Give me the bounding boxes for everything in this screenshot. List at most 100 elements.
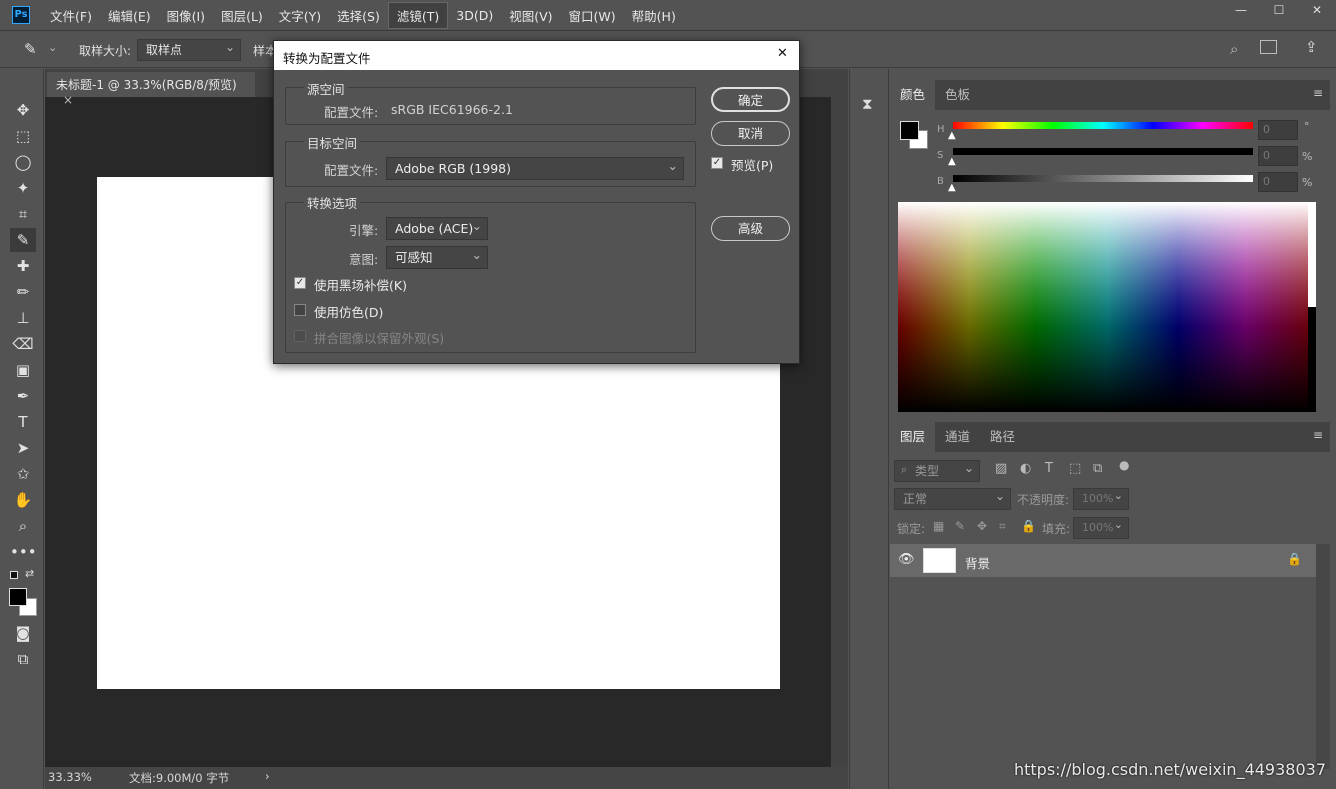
brightness-slider[interactable] (953, 175, 1253, 182)
tab-channels[interactable]: 通道 (935, 422, 980, 452)
shape-filter-icon[interactable]: ⬚ (1069, 461, 1081, 476)
minimize-button[interactable]: — (1222, 0, 1260, 22)
more-tools-icon[interactable]: ••• (10, 540, 37, 564)
menu-window[interactable]: 窗口(W) (561, 3, 624, 28)
menu-select[interactable]: 选择(S) (329, 3, 388, 28)
eraser-tool-icon[interactable]: ⌫ (10, 332, 36, 356)
hue-slider[interactable] (953, 122, 1253, 129)
menu-view[interactable]: 视图(V) (501, 3, 560, 28)
black-point-checkbox[interactable]: ✓ (294, 277, 306, 289)
healing-brush-tool-icon[interactable]: ✚ (10, 254, 36, 278)
gradient-tool-icon[interactable]: ▣ (10, 358, 36, 382)
tab-paths[interactable]: 路径 (980, 422, 1025, 452)
dither-label[interactable]: 使用仿色(D) (314, 302, 383, 321)
brush-tool-icon[interactable]: ✏ (10, 280, 36, 304)
type-tool-icon[interactable]: T (10, 410, 36, 434)
tab-layers[interactable]: 图层 (890, 422, 936, 452)
dither-checkbox[interactable] (294, 304, 306, 316)
spectrum-white-strip[interactable] (1308, 202, 1316, 307)
fill-input[interactable]: 100% (1073, 515, 1129, 539)
visibility-eye-icon[interactable]: 👁 (898, 552, 915, 567)
preview-label[interactable]: 预览(P) (731, 155, 773, 174)
menu-edit[interactable]: 编辑(E) (100, 3, 159, 28)
marquee-tool-icon[interactable]: ⬚ (10, 124, 36, 148)
sample-size-select[interactable]: 取样点 (137, 37, 241, 61)
stamp-tool-icon[interactable]: ⊥ (10, 306, 36, 330)
workspace-icon[interactable] (1260, 40, 1277, 54)
screen-mode-icon[interactable]: ⧉ (10, 647, 36, 671)
menu-filter[interactable]: 滤镜(T) (387, 2, 449, 29)
advanced-button[interactable]: 高级 (711, 216, 790, 241)
menu-image[interactable]: 图像(I) (159, 3, 213, 28)
status-menu-arrow[interactable]: › (265, 769, 270, 783)
tab-swatches[interactable]: 色板 (935, 80, 980, 110)
brightness-slider-handle[interactable]: ▲ (948, 182, 956, 193)
menu-3d[interactable]: 3D(D) (448, 5, 501, 26)
engine-select[interactable]: Adobe (ACE) (386, 215, 488, 240)
share-icon[interactable]: ⇪ (1305, 38, 1318, 56)
shape-tool-icon[interactable]: ✩ (10, 462, 36, 486)
adjustment-filter-icon[interactable]: ◐ (1020, 461, 1031, 476)
blend-mode-select[interactable]: 正常 (894, 486, 1011, 510)
lasso-tool-icon[interactable]: ◯ (10, 150, 36, 174)
eyedropper-preset-icon[interactable]: ✎ (24, 40, 37, 58)
spectrum-black-strip[interactable] (1308, 307, 1316, 412)
tab-color[interactable]: 颜色 (890, 80, 936, 110)
history-panel-icon[interactable]: ⧗ (862, 95, 873, 113)
crop-tool-icon[interactable]: ⌗ (10, 202, 36, 226)
chevron-down-icon[interactable]: ⌄ (48, 41, 57, 54)
preview-checkbox[interactable]: ✓ (711, 157, 723, 169)
move-tool-icon[interactable]: ✥ (10, 98, 36, 122)
menu-file[interactable]: 文件(F) (42, 3, 100, 28)
cancel-button[interactable]: 取消 (711, 121, 790, 146)
saturation-slider[interactable] (953, 148, 1253, 155)
search-icon[interactable]: ⌕ (1230, 40, 1238, 58)
filter-toggle-icon[interactable]: ● (1119, 458, 1129, 472)
color-spectrum[interactable] (898, 202, 1316, 412)
path-selection-tool-icon[interactable]: ➤ (10, 436, 36, 460)
black-point-label[interactable]: 使用黑场补偿(K) (314, 275, 407, 294)
document-tab[interactable]: 未标题-1 @ 33.3%(RGB/8/预览) × (47, 72, 255, 107)
menu-type[interactable]: 文字(Y) (271, 3, 329, 28)
zoom-level[interactable]: 33.33% (48, 770, 92, 784)
foreground-color-swatch[interactable] (9, 588, 27, 606)
dialog-close-icon[interactable]: ✕ (777, 46, 788, 61)
saturation-input[interactable]: 0 (1258, 146, 1298, 166)
zoom-tool-icon[interactable]: ⌕ (10, 514, 36, 538)
pen-tool-icon[interactable]: ✒ (10, 384, 36, 408)
lock-pixels-icon[interactable]: ✎ (955, 519, 965, 533)
close-tab-icon[interactable]: × (63, 93, 73, 107)
smart-object-filter-icon[interactable]: ⧉ (1093, 461, 1102, 476)
magic-wand-tool-icon[interactable]: ✦ (10, 176, 36, 200)
destination-profile-select[interactable]: Adobe RGB (1998) (386, 155, 684, 180)
quick-mask-icon[interactable]: ◙ (10, 621, 36, 645)
opacity-input[interactable]: 100% (1073, 486, 1129, 510)
hand-tool-icon[interactable]: ✋ (10, 488, 36, 512)
pixel-filter-icon[interactable]: ▨ (995, 461, 1007, 476)
photoshop-logo-icon[interactable]: Ps (12, 6, 30, 24)
vertical-scrollbar[interactable] (831, 97, 848, 770)
close-window-button[interactable]: ✕ (1298, 0, 1336, 22)
default-colors-icon[interactable] (10, 571, 18, 579)
lock-all-icon[interactable]: 🔒 (1021, 519, 1036, 533)
layer-row[interactable]: 👁 背景 🔒 (890, 544, 1316, 577)
lock-position-icon[interactable]: ✥ (977, 519, 987, 533)
color-panel-menu-icon[interactable]: ≡ (1313, 86, 1323, 100)
saturation-slider-handle[interactable]: ▲ (948, 156, 956, 167)
layers-panel-menu-icon[interactable]: ≡ (1313, 428, 1323, 442)
maximize-button[interactable]: ☐ (1260, 0, 1298, 22)
swap-colors-icon[interactable]: ⇄ (25, 567, 34, 580)
type-filter-icon[interactable]: T (1045, 461, 1053, 476)
hue-slider-handle[interactable]: ▲ (948, 130, 956, 141)
menu-help[interactable]: 帮助(H) (624, 3, 684, 28)
eyedropper-tool-icon[interactable]: ✎ (10, 228, 36, 252)
hue-input[interactable]: 0 (1258, 120, 1298, 140)
layer-name[interactable]: 背景 (965, 553, 990, 572)
menu-layer[interactable]: 图层(L) (213, 3, 271, 28)
ok-button[interactable]: 确定 (711, 87, 790, 112)
brightness-input[interactable]: 0 (1258, 172, 1298, 192)
panel-foreground-swatch[interactable] (900, 121, 919, 140)
lock-transparent-icon[interactable]: ▦ (933, 519, 944, 533)
layers-scrollbar[interactable] (1316, 544, 1330, 769)
lock-artboard-icon[interactable]: ⌗ (999, 519, 1006, 534)
